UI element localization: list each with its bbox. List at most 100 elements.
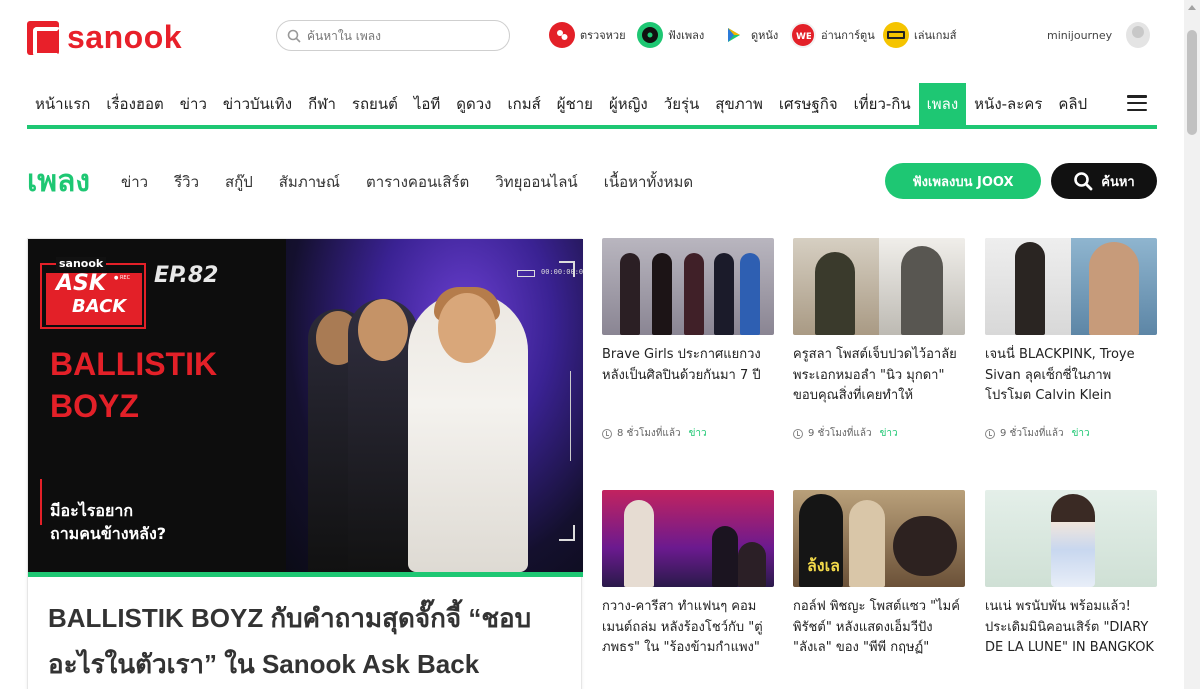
search-input[interactable]: [307, 28, 497, 43]
quick-link-movie[interactable]: ดูหนัง: [720, 22, 778, 48]
quick-link-lottery[interactable]: ตรวจหวย: [549, 22, 626, 48]
section-tab[interactable]: สัมภาษณ์: [279, 170, 340, 194]
nav-item[interactable]: ไอที: [406, 83, 448, 125]
section-tab[interactable]: วิทยุออนไลน์: [495, 170, 577, 194]
quick-link-label: ฟังเพลง: [668, 29, 705, 42]
nav-item[interactable]: เพลง: [918, 83, 967, 125]
sanook-logo[interactable]: sanook: [27, 19, 183, 57]
article-meta: 8 ชั่วโมงที่แล้ว ข่าว: [602, 426, 774, 441]
site-header: sanook ตรวจหวย ฟังเพลง ดูหนัง WE อ่านการ…: [0, 0, 1184, 72]
article-title[interactable]: Brave Girls ประกาศแยกวง หลังเป็นศิลปินด้…: [602, 345, 774, 407]
hero-article[interactable]: sanook ASK BACK ● REC EP.82 BALLISTIK BO…: [27, 238, 583, 689]
article-title[interactable]: กอล์ฟ พิชญะ โพสต์แซว "ไมค์ พิรัชต์" หลัง…: [793, 597, 965, 659]
section-tabs: ข่าว รีวิว สกู๊ป สัมภาษณ์ ตารางคอนเสิร์ต วิทย…: [121, 170, 719, 194]
article-time: 8 ชั่วโมงที่แล้ว: [617, 428, 681, 439]
article-thumbnail[interactable]: [602, 238, 774, 335]
main-nav: หน้าแรก เรื่องฮอต ข่าว ข่าวบันเทิง กีฬา รถยนต…: [27, 83, 1157, 129]
hero-title[interactable]: BALLISTIK BOYZ กับคำถามสุดจั๊กจี้ “ชอบอะ…: [48, 595, 568, 687]
section-search-button[interactable]: ค้นหา: [1051, 163, 1157, 199]
nav-item[interactable]: คลิป: [1050, 83, 1095, 125]
question-line: ถามคนข้างหลัง?: [50, 524, 167, 543]
article-category[interactable]: ข่าว: [689, 426, 707, 441]
svg-text:WE: WE: [796, 32, 811, 41]
question-line: มีอะไรอยาก: [50, 501, 134, 520]
section-tab[interactable]: เนื้อหาทั้งหมด: [604, 170, 693, 194]
nav-underline: [27, 125, 1157, 129]
play-icon: [720, 22, 746, 48]
rec-timecode: 00:00:00:00: [541, 268, 583, 276]
clock-icon: [602, 428, 612, 439]
nav-item[interactable]: หน้าแรก: [27, 83, 98, 125]
nav-item[interactable]: เกมส์: [500, 83, 549, 125]
quick-link-label: ดูหนัง: [751, 29, 779, 42]
nav-item[interactable]: เรื่องฮอต: [98, 83, 171, 125]
sanook-logo-mark-icon: [27, 20, 61, 57]
nav-item[interactable]: รถยนต์: [344, 83, 406, 125]
hamburger-menu-icon[interactable]: [1127, 95, 1147, 111]
joox-button[interactable]: ฟังเพลงบน JOOX: [885, 163, 1041, 199]
nav-item[interactable]: ผู้ชาย: [549, 83, 601, 125]
page-scrollbar[interactable]: [1184, 0, 1200, 689]
article-card[interactable]: เจนนี่ BLACKPINK, Troye Sivan ลุคเซ็กซี่…: [985, 238, 1157, 441]
logo-text: sanook: [67, 19, 183, 55]
section-tab[interactable]: สกู๊ป: [225, 170, 253, 194]
scroll-up-arrow-icon[interactable]: [1188, 5, 1196, 10]
article-thumbnail[interactable]: [985, 490, 1157, 587]
article-title[interactable]: เจนนี่ BLACKPINK, Troye Sivan ลุคเซ็กซี่…: [985, 345, 1157, 407]
pubg-icon: [883, 22, 909, 48]
article-title[interactable]: กวาง-คารีสา ทำแฟนๆ คอมเมนต์ถล่ม หลังร้อง…: [602, 597, 774, 659]
article-card[interactable]: กวาง-คารีสา ทำแฟนๆ คอมเมนต์ถล่ม หลังร้อง…: [602, 490, 774, 659]
article-thumbnail[interactable]: [793, 238, 965, 335]
nav-item[interactable]: ข่าวบันเทิง: [215, 83, 300, 125]
nav-item[interactable]: ข่าว: [172, 83, 215, 125]
nav-item[interactable]: เศรษฐกิจ: [771, 83, 846, 125]
section-title: เพลง: [27, 164, 91, 199]
scale-ruler: [563, 371, 571, 461]
nav-item[interactable]: เที่ยว-กิน: [846, 83, 919, 125]
quick-link-comic[interactable]: WE อ่านการ์ตูน: [790, 22, 875, 48]
section-nav: เพลง ข่าว รีวิว สกู๊ป สัมภาษณ์ ตารางคอนเสิร์…: [27, 158, 1157, 199]
clock-icon: [793, 428, 803, 439]
article-category[interactable]: ข่าว: [1072, 426, 1090, 441]
article-card[interactable]: ครูสลา โพสต์เจ็บปวดไว้อาลัย พระเอกหมอลำ …: [793, 238, 965, 441]
badge-brand: sanook: [56, 257, 107, 270]
ask-back-badge: sanook ASK BACK ● REC: [40, 257, 146, 329]
badge-rec: ● REC: [114, 275, 131, 281]
webtoon-icon: WE: [790, 22, 816, 48]
camera-frame: 00:00:00:00: [503, 261, 583, 541]
article-meta: 9 ชั่วโมงที่แล้ว ข่าว: [985, 426, 1157, 441]
battery-icon: [517, 270, 535, 277]
article-time: 9 ชั่วโมงที่แล้ว: [1000, 428, 1064, 439]
article-title[interactable]: เนเน่ พรนับพัน พร้อมแล้ว! ประเดิมมินิคอน…: [985, 597, 1157, 659]
avatar[interactable]: [1126, 22, 1151, 48]
article-thumbnail[interactable]: [985, 238, 1157, 335]
nav-item[interactable]: วัยรุ่น: [656, 83, 708, 125]
nav-item[interactable]: กีฬา: [300, 83, 344, 125]
article-card[interactable]: ล้งเล กอล์ฟ พิชญะ โพสต์แซว "ไมค์ พิรัชต์…: [793, 490, 965, 659]
quick-link-music[interactable]: ฟังเพลง: [637, 22, 704, 48]
scrollbar-thumb[interactable]: [1187, 30, 1197, 135]
article-time: 9 ชั่วโมงที่แล้ว: [808, 428, 872, 439]
section-tab[interactable]: ข่าว: [121, 170, 148, 194]
search-box[interactable]: [276, 20, 510, 51]
article-category[interactable]: ข่าว: [880, 426, 898, 441]
search-icon: [287, 29, 301, 43]
hero-question: มีอะไรอยาก ถามคนข้างหลัง?: [39, 479, 167, 545]
search-icon: [1074, 172, 1093, 191]
nav-item[interactable]: ผู้หญิง: [601, 83, 656, 125]
section-tab[interactable]: รีวิว: [174, 170, 199, 194]
user-menu[interactable]: minijourney: [1047, 22, 1151, 48]
article-thumbnail[interactable]: [602, 490, 774, 587]
article-card[interactable]: Brave Girls ประกาศแยกวง หลังเป็นศิลปินด้…: [602, 238, 774, 441]
nav-item[interactable]: ดูดวง: [448, 83, 499, 125]
article-title[interactable]: ครูสลา โพสต์เจ็บปวดไว้อาลัย พระเอกหมอลำ …: [793, 345, 965, 407]
nav-item[interactable]: หนัง-ละคร: [966, 83, 1050, 125]
quick-link-label: ตรวจหวย: [580, 29, 626, 42]
hero-accent-bar: [28, 572, 583, 577]
section-tab[interactable]: ตารางคอนเสิร์ต: [366, 170, 469, 194]
article-card[interactable]: เนเน่ พรนับพัน พร้อมแล้ว! ประเดิมมินิคอน…: [985, 490, 1157, 659]
article-thumbnail[interactable]: ล้งเล: [793, 490, 965, 587]
hero-image: sanook ASK BACK ● REC EP.82 BALLISTIK BO…: [28, 239, 583, 572]
nav-item[interactable]: สุขภาพ: [707, 83, 771, 125]
quick-link-games[interactable]: เล่นเกมส์: [883, 22, 956, 48]
